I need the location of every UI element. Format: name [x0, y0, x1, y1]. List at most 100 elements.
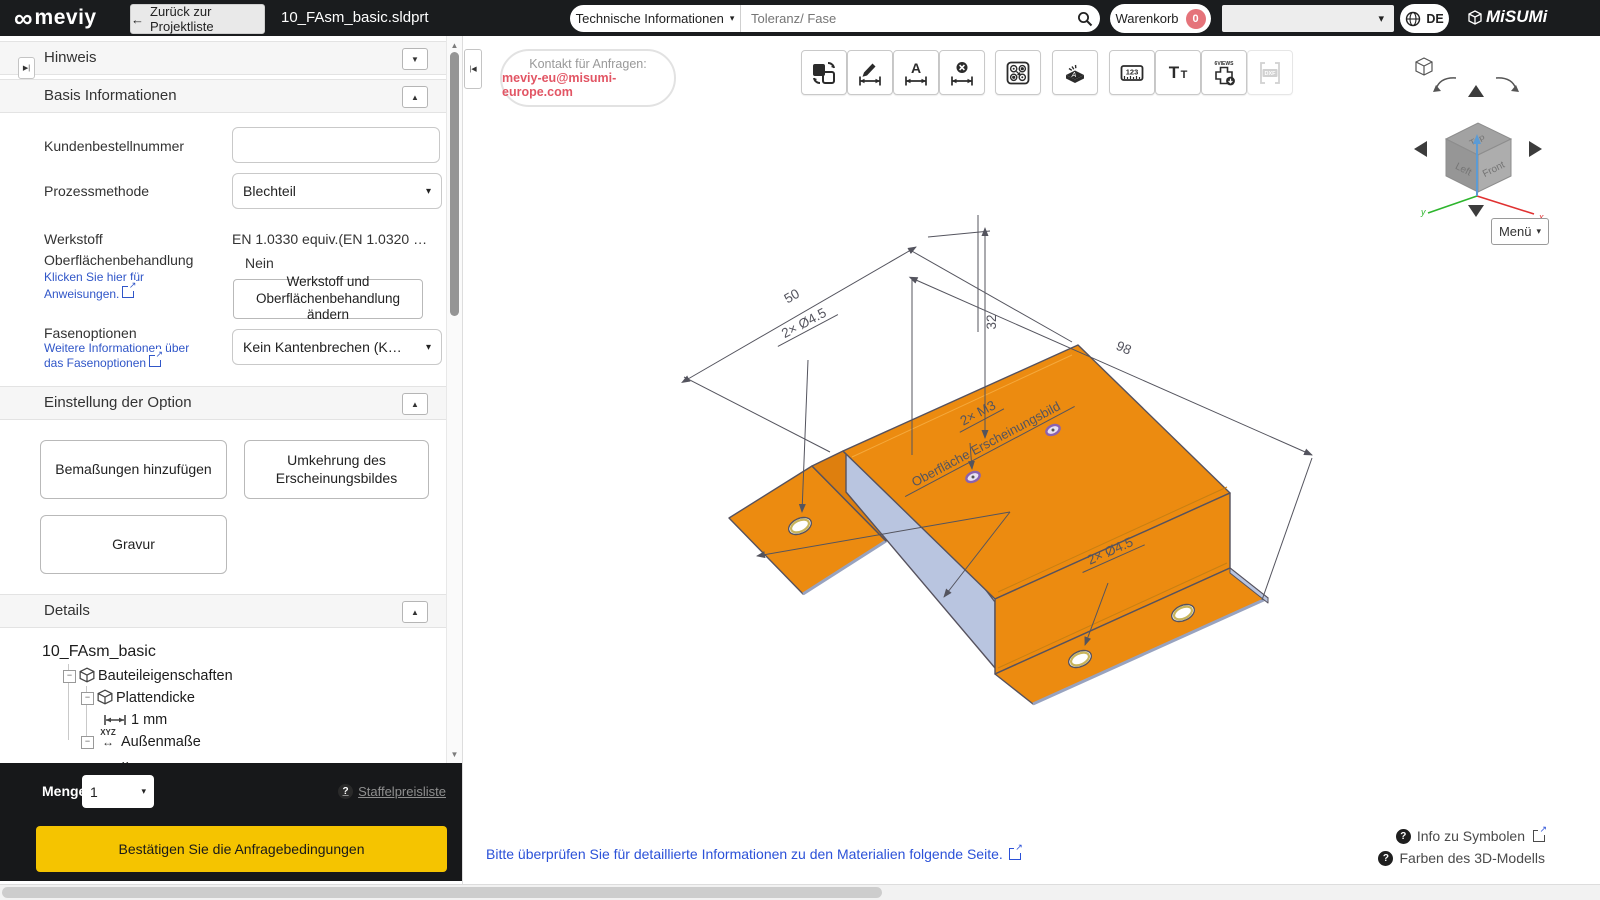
meviy-logo-text: meviy	[35, 6, 97, 30]
back-arrow-icon: ←	[131, 12, 144, 27]
add-dimensions-button[interactable]: Bemaßungen hinzufügen	[40, 440, 227, 499]
panel-expand-handle[interactable]: ▶|	[18, 57, 35, 79]
cart-button[interactable]: Warenkorb 0	[1110, 4, 1211, 33]
panel-header-hinweis[interactable]: Hinweis ▼	[0, 41, 446, 75]
collapse-toggle-basis[interactable]: ▲	[402, 86, 428, 108]
external-link-icon	[1009, 848, 1021, 860]
external-link-icon	[122, 286, 134, 298]
surface-treatment-value: Nein	[245, 255, 274, 271]
tier-price-link[interactable]: ? Staffelpreisliste	[338, 784, 446, 799]
misumi-logo-icon	[1468, 10, 1482, 25]
invert-appearance-button[interactable]: Umkehrung des Erscheinungsbildes	[244, 440, 429, 499]
horizontal-scrollbar-thumb[interactable]	[2, 887, 882, 898]
process-method-label: Prozessmethode	[44, 183, 149, 199]
rotate-down-arrow[interactable]	[1468, 205, 1484, 217]
material-value: EN 1.0330 equiv.(EN 1.0320 …	[232, 231, 428, 247]
chamfer-info-link-line2[interactable]: das Fasenoptionen	[44, 355, 161, 370]
collapse-toggle-details[interactable]: ▲	[402, 601, 428, 623]
model-colors-link[interactable]: ? Farben des 3D-Modells	[1378, 850, 1545, 866]
quantity-select[interactable]: 1 ▾	[82, 775, 154, 808]
dim-32: 32	[984, 314, 999, 329]
horizontal-scrollbar[interactable]	[0, 884, 1600, 900]
scrollbar-thumb[interactable]	[450, 52, 459, 316]
search-bar: Technische Informationen ▾	[570, 5, 1100, 32]
question-icon: ?	[1396, 829, 1411, 844]
view-cube-widget: Top Left Front y x	[1414, 58, 1544, 222]
tree-node-thickness-value[interactable]: 1 mm	[131, 712, 167, 728]
chevron-down-icon: ▾	[426, 342, 431, 353]
language-button[interactable]: DE	[1400, 4, 1449, 33]
sidebar-footer: Menge 1 ▾ ? Staffelpreisliste Bestätigen…	[0, 763, 462, 881]
search-icon[interactable]	[1070, 11, 1100, 27]
tree-expand-box[interactable]: −	[81, 736, 94, 749]
dim-98: 98	[1114, 338, 1134, 358]
collapse-toggle-options[interactable]: ▲	[402, 393, 428, 415]
chamfer-options-label: Fasenoptionen	[44, 325, 137, 341]
back-to-projects-button[interactable]: ← Zurück zur Projektliste	[130, 4, 265, 34]
tree-node-thickness[interactable]: Plattendicke	[116, 690, 195, 706]
tree-root[interactable]: 10_FAsm_basic	[42, 643, 156, 661]
chevron-down-icon: ▾	[1378, 12, 1384, 25]
xyz-dimensions-icon: XYZ ↔	[97, 729, 119, 747]
y-axis	[1428, 196, 1477, 213]
rotate-right-arrow[interactable]	[1496, 78, 1516, 89]
engraving-button[interactable]: Gravur	[40, 515, 227, 574]
panel-header-options[interactable]: Einstellung der Option ▲	[0, 386, 446, 420]
order-number-input[interactable]	[232, 127, 440, 163]
confirm-request-button[interactable]: Bestätigen Sie die Anfragebedingungen	[36, 826, 447, 872]
dimension-icon	[104, 714, 126, 726]
rotate-left-arrow[interactable]	[1436, 78, 1456, 89]
sidebar-scrollbar: ▲ ▼	[446, 36, 463, 763]
chamfer-info-link-line1[interactable]: Weitere Informationen über	[44, 341, 189, 355]
part-properties-icon	[79, 667, 95, 683]
tree-expand-box[interactable]: −	[63, 670, 76, 683]
symbol-info-link[interactable]: ? Info zu Symbolen	[1396, 828, 1545, 844]
panel-header-basis[interactable]: Basis Informationen ▲	[0, 79, 446, 113]
change-material-button[interactable]: Werkstoff und Oberflächenbehandlung ände…	[233, 279, 423, 319]
globe-icon	[1405, 11, 1421, 27]
rotate-up-arrow[interactable]	[1468, 85, 1484, 97]
panel-header-details[interactable]: Details ▲	[0, 594, 446, 628]
search-category-dropdown[interactable]: Technische Informationen ▾	[570, 5, 741, 32]
process-method-select[interactable]: Blechteil ▾	[232, 173, 442, 209]
chevron-down-icon: ▾	[730, 13, 735, 24]
viewcube-menu-button[interactable]: Menü ▾	[1491, 218, 1549, 245]
chevron-down-icon: ▾	[426, 186, 431, 197]
order-number-label: Kundenbestellnummer	[44, 138, 184, 154]
tree-expand-box[interactable]: −	[81, 692, 94, 705]
cart-count-badge: 0	[1186, 9, 1206, 29]
chevron-down-icon: ▾	[141, 786, 146, 797]
open-file-name: 10_FAsm_basic.sldprt	[281, 9, 429, 26]
tree-node-outer-dims[interactable]: Außenmaße	[121, 734, 201, 750]
plate-thickness-icon	[97, 689, 113, 705]
tree-node-properties[interactable]: Bauteileigenschaften	[98, 668, 233, 684]
project-dropdown[interactable]: ▾	[1222, 5, 1394, 32]
surface-treatment-label: Oberflächenbehandlung	[44, 252, 193, 268]
chamfer-select[interactable]: Kein Kantenbrechen (K… ▾	[232, 329, 442, 365]
top-bar: ∞ meviy ← Zurück zur Projektliste 10_FAs…	[0, 0, 1600, 36]
scroll-up-arrow[interactable]: ▲	[447, 38, 462, 52]
3d-viewport[interactable]: 50 98 32 2× Ø4.5 2× M3 2× Ø4.5 Oberfläch…	[463, 36, 1600, 884]
sheet-metal-part[interactable]	[729, 345, 1268, 704]
misumi-logo: MiSUMi	[1468, 7, 1547, 27]
collapse-toggle-hinweis[interactable]: ▼	[402, 48, 428, 70]
question-icon: ?	[1378, 851, 1393, 866]
rotate-right-step-arrow[interactable]	[1529, 141, 1542, 157]
rotate-left-step-arrow[interactable]	[1414, 141, 1427, 157]
question-icon: ?	[338, 784, 353, 799]
isometric-view-icon[interactable]	[1416, 58, 1432, 75]
chevron-down-icon: ▾	[1537, 226, 1542, 237]
material-label: Werkstoff	[44, 231, 103, 247]
config-sidebar: Hinweis ▼ Basis Informationen ▲ Kundenbe…	[0, 36, 446, 763]
y-axis-label: y	[1420, 207, 1426, 217]
materials-info-link[interactable]: Bitte überprüfen Sie für detaillierte In…	[486, 846, 1021, 862]
search-input[interactable]	[741, 11, 1070, 26]
scroll-down-arrow[interactable]: ▼	[447, 747, 462, 761]
x-axis	[1477, 196, 1534, 214]
meviy-logo-icon: ∞	[14, 5, 33, 31]
external-link-icon	[149, 355, 161, 367]
instructions-link-line2[interactable]: Anweisungen.	[44, 286, 134, 301]
meviy-logo[interactable]: ∞ meviy	[14, 4, 97, 32]
quantity-label: Menge	[42, 783, 86, 799]
external-link-icon	[1533, 830, 1545, 842]
